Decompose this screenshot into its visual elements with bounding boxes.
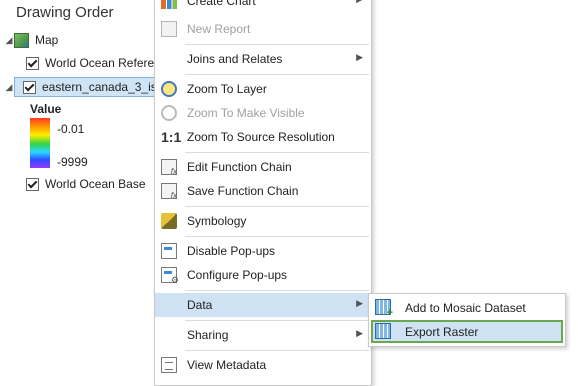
menu-separator xyxy=(185,206,369,207)
menu-item-sharing[interactable]: Sharing ▶ xyxy=(155,323,371,347)
submenu-item-add-to-mosaic-dataset[interactable]: Add to Mosaic Dataset xyxy=(371,296,563,319)
layer-visibility-checkbox[interactable] xyxy=(26,56,39,70)
symbology-icon xyxy=(161,213,177,229)
legend-low-value: -9999 xyxy=(57,155,88,169)
metadata-icon xyxy=(161,357,177,373)
menu-separator xyxy=(185,152,369,153)
layer-label: World Ocean Base xyxy=(45,177,146,191)
legend-title: Value xyxy=(30,102,62,116)
collapse-caret-icon[interactable]: ◢ xyxy=(4,35,14,46)
data-submenu: Add to Mosaic Dataset Export Raster xyxy=(368,293,566,347)
zoom-to-layer-icon xyxy=(161,81,177,97)
edit-function-icon: fx xyxy=(161,159,177,176)
menu-item-new-report[interactable]: New Report xyxy=(155,17,371,41)
chart-icon xyxy=(161,0,177,9)
submenu-arrow-icon: ▶ xyxy=(356,298,363,308)
tree-item-world-ocean-reference[interactable]: World Ocean Referer xyxy=(26,53,158,73)
legend-high-value: -0.01 xyxy=(57,122,85,136)
menu-item-symbology[interactable]: Symbology xyxy=(155,209,371,233)
menu-item-zoom-to-source-resolution[interactable]: 1:1 Zoom To Source Resolution xyxy=(155,125,371,149)
map-icon xyxy=(14,32,29,48)
menu-item-joins-and-relates[interactable]: Joins and Relates ▶ xyxy=(155,47,371,71)
report-icon xyxy=(161,21,177,37)
menu-separator xyxy=(185,290,369,291)
menu-item-configure-popups[interactable]: Configure Pop-ups xyxy=(155,263,371,287)
source-resolution-icon: 1:1 xyxy=(161,129,182,145)
configure-popups-icon xyxy=(161,267,179,286)
menu-separator xyxy=(185,74,369,75)
layer-label: World Ocean Referer xyxy=(45,56,159,70)
selected-layer-row[interactable]: eastern_canada_3_isl xyxy=(14,77,163,97)
menu-item-save-function-chain[interactable]: fx Save Function Chain xyxy=(155,179,371,203)
submenu-arrow-icon: ▶ xyxy=(356,0,363,5)
menu-item-data[interactable]: Data ▶ xyxy=(155,293,371,317)
layer-visibility-checkbox[interactable] xyxy=(23,80,36,94)
tree-item-map[interactable]: ◢ Map xyxy=(4,30,58,50)
contents-pane: Drawing Order ◢ Map World Ocean Referer … xyxy=(0,0,163,380)
layer-context-menu: Create Chart ▶ New Report Joins and Rela… xyxy=(154,0,372,386)
menu-separator xyxy=(185,236,369,237)
menu-item-edit-function-chain[interactable]: fx Edit Function Chain xyxy=(155,155,371,179)
tree-item-eastern-canada[interactable]: ◢ eastern_canada_3_isl xyxy=(4,77,163,97)
menu-separator xyxy=(185,44,369,45)
menu-item-zoom-to-make-visible[interactable]: Zoom To Make Visible xyxy=(155,101,371,125)
menu-separator xyxy=(185,320,369,321)
submenu-arrow-icon: ▶ xyxy=(356,52,363,62)
layer-label: eastern_canada_3_isl xyxy=(42,80,160,94)
map-label: Map xyxy=(35,33,59,47)
menu-separator xyxy=(185,350,369,351)
export-raster-icon xyxy=(375,323,391,339)
menu-item-view-metadata[interactable]: View Metadata xyxy=(155,353,371,377)
submenu-arrow-icon: ▶ xyxy=(356,328,363,338)
collapse-caret-icon[interactable]: ◢ xyxy=(4,82,14,93)
disable-popups-icon xyxy=(161,243,177,259)
zoom-visible-icon xyxy=(161,105,177,121)
menu-item-create-chart[interactable]: Create Chart ▶ xyxy=(155,0,371,13)
color-ramp xyxy=(30,118,50,168)
menu-item-zoom-to-layer[interactable]: Zoom To Layer xyxy=(155,77,371,101)
pane-title: Drawing Order xyxy=(16,4,114,21)
submenu-item-export-raster[interactable]: Export Raster xyxy=(371,320,563,343)
save-function-icon: fx xyxy=(161,183,177,200)
tree-item-world-ocean-base[interactable]: World Ocean Base xyxy=(26,174,146,194)
layer-visibility-checkbox[interactable] xyxy=(26,177,39,191)
add-mosaic-icon xyxy=(375,299,393,319)
menu-item-disable-popups[interactable]: Disable Pop-ups xyxy=(155,239,371,263)
